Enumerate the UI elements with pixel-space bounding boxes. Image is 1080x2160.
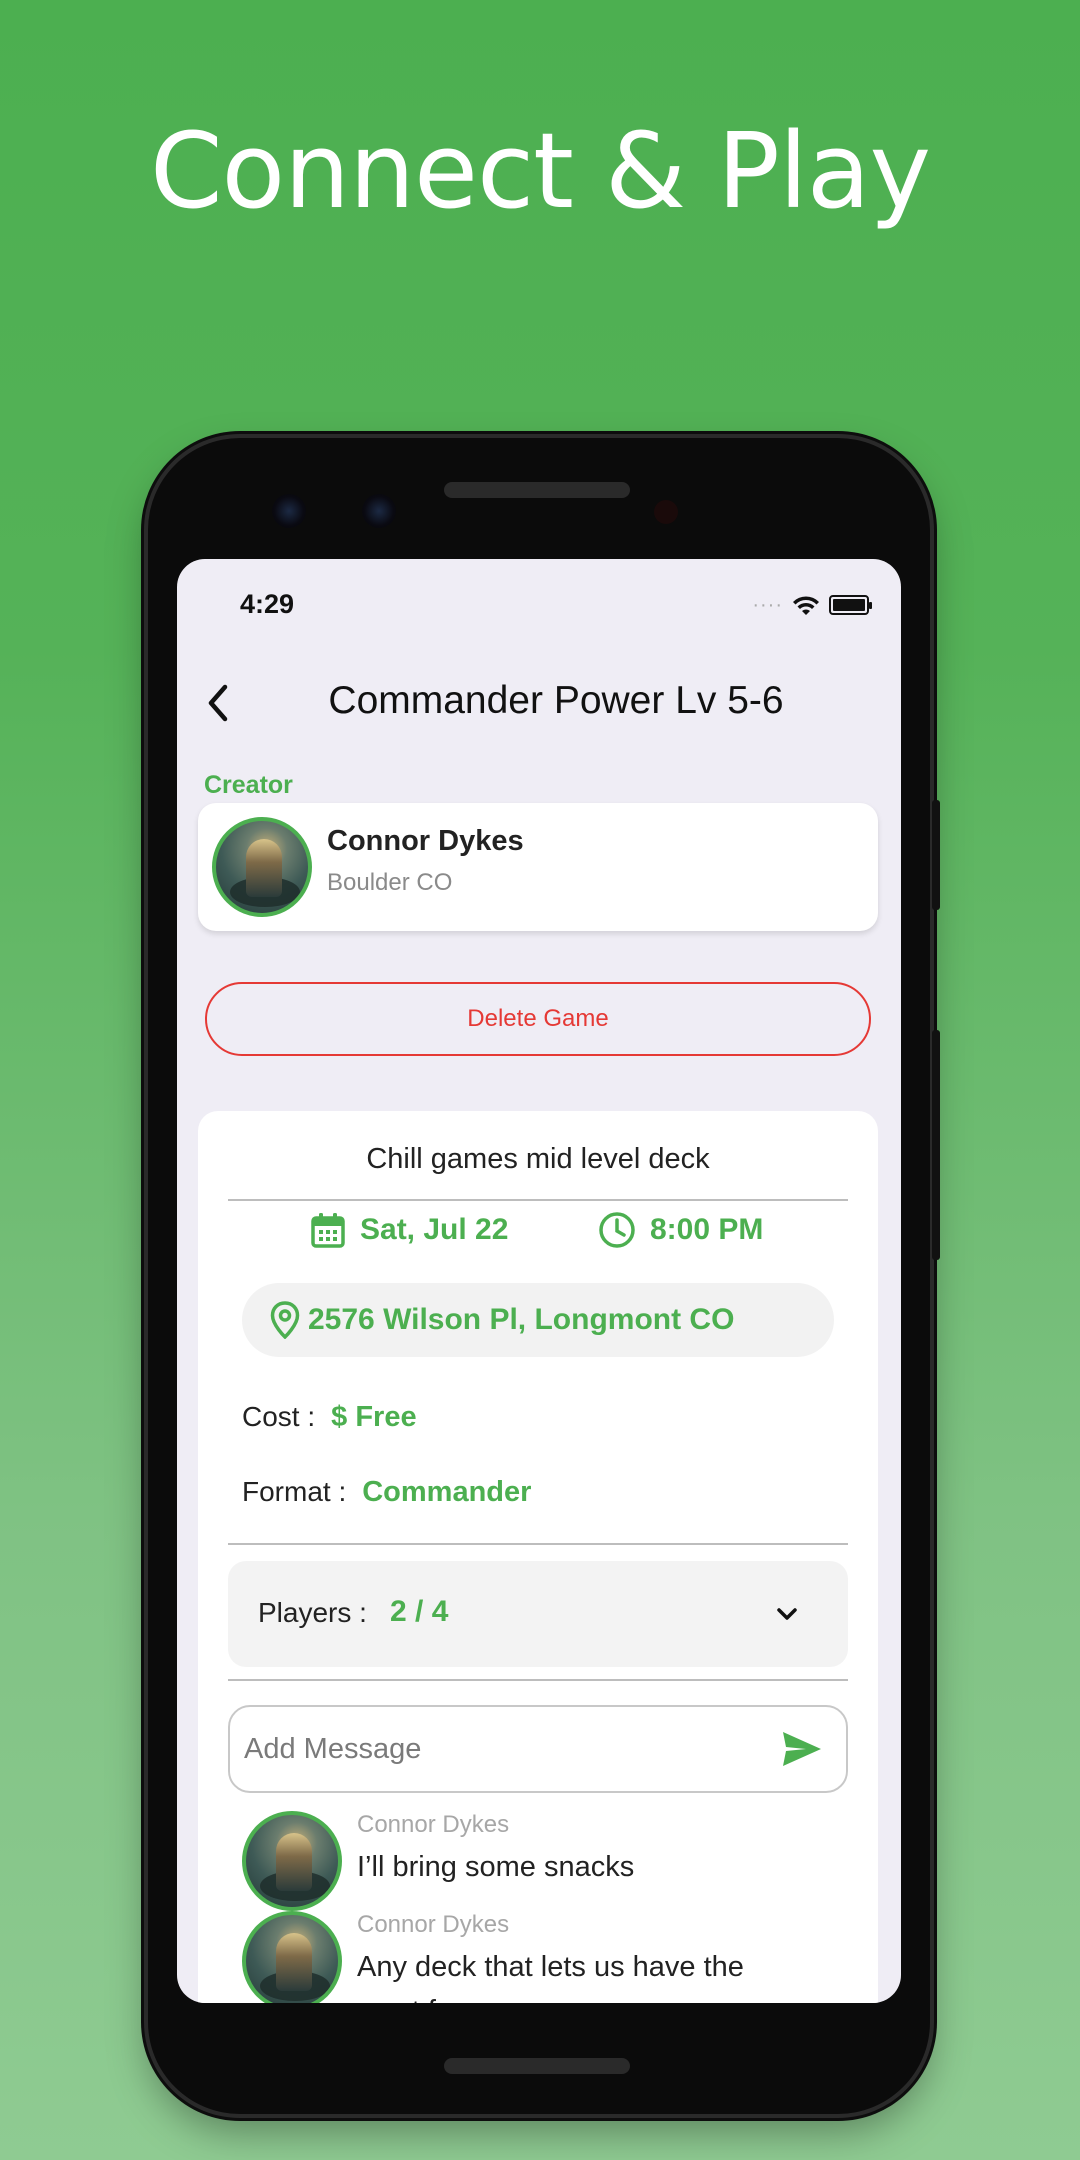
game-address: 2576 Wilson Pl, Longmont CO — [308, 1303, 735, 1336]
top-bar: Commander Power Lv 5-6 — [177, 673, 901, 733]
message-item: Connor Dykes Any deck that lets us have … — [242, 1911, 862, 2003]
back-icon[interactable] — [199, 681, 239, 725]
date-item: Sat, Jul 22 — [310, 1211, 508, 1249]
divider — [228, 1679, 848, 1681]
message-text: Any deck that lets us have the most fun. — [357, 1951, 744, 2003]
format-label: Format : — [242, 1476, 347, 1507]
add-message-input[interactable]: Add Message — [228, 1705, 848, 1793]
send-icon[interactable] — [780, 1729, 824, 1769]
power-button — [932, 800, 940, 910]
cost-row: Cost : $ Free — [242, 1401, 417, 1434]
front-camera-icon — [272, 494, 306, 528]
cost-value: $ Free — [331, 1401, 417, 1433]
app-screen: 4:29 ···· Commander Power Lv 5-6 Creator… — [177, 559, 901, 2003]
format-value: Commander — [362, 1476, 532, 1508]
calendar-icon — [311, 1213, 345, 1248]
signal-icon: ···· — [752, 594, 783, 616]
page-title: Commander Power Lv 5-6 — [328, 679, 784, 722]
status-icons: ···· — [752, 593, 872, 617]
game-details-card: Chill games mid level deck Sat, Jul 22 8… — [198, 1111, 878, 2003]
creator-location: Boulder CO — [327, 869, 453, 896]
volume-button — [932, 1030, 940, 1260]
front-camera-icon — [362, 494, 396, 528]
avatar — [242, 1811, 342, 1911]
game-time: 8:00 PM — [650, 1213, 764, 1246]
cost-label: Cost : — [242, 1401, 316, 1432]
creator-name: Connor Dykes — [327, 825, 524, 857]
divider — [228, 1199, 848, 1201]
players-dropdown[interactable]: Players : 2 / 4 — [228, 1561, 848, 1667]
format-row: Format : Commander — [242, 1476, 531, 1509]
bottom-speaker — [444, 2058, 630, 2074]
status-bar: 4:29 ···· — [177, 559, 901, 639]
time-item: 8:00 PM — [598, 1211, 763, 1249]
message-author: Connor Dykes — [357, 1811, 510, 1838]
promo-headline: Connect & Play — [149, 110, 931, 232]
avatar — [212, 817, 312, 917]
message-item: Connor Dykes I’ll bring some snacks — [242, 1811, 862, 1921]
location-pin-icon — [270, 1301, 300, 1339]
message-text: I’ll bring some snacks — [357, 1851, 635, 1883]
wifi-icon — [793, 596, 819, 615]
earpiece-speaker — [444, 482, 630, 498]
divider — [228, 1543, 848, 1545]
status-time: 4:29 — [240, 589, 295, 619]
proximity-sensor — [654, 500, 678, 524]
chevron-down-icon[interactable] — [774, 1601, 800, 1627]
players-value: 2 / 4 — [390, 1595, 449, 1628]
game-description: Chill games mid level deck — [366, 1143, 710, 1175]
creator-card[interactable]: Connor Dykes Boulder CO — [198, 803, 878, 931]
clock-icon — [599, 1212, 635, 1248]
message-author: Connor Dykes — [357, 1911, 510, 1938]
avatar — [242, 1911, 342, 2003]
battery-icon — [829, 595, 872, 615]
date-time-row: Sat, Jul 22 8:00 PM — [198, 1211, 878, 1257]
players-label: Players : — [258, 1597, 367, 1628]
phone-frame: 4:29 ···· Commander Power Lv 5-6 Creator… — [148, 438, 940, 2114]
creator-section-label: Creator — [204, 771, 293, 799]
message-placeholder: Add Message — [244, 1733, 422, 1765]
delete-game-button[interactable]: Delete Game — [205, 982, 871, 1056]
address-pill[interactable]: 2576 Wilson Pl, Longmont CO — [242, 1283, 834, 1357]
game-date: Sat, Jul 22 — [360, 1213, 509, 1246]
